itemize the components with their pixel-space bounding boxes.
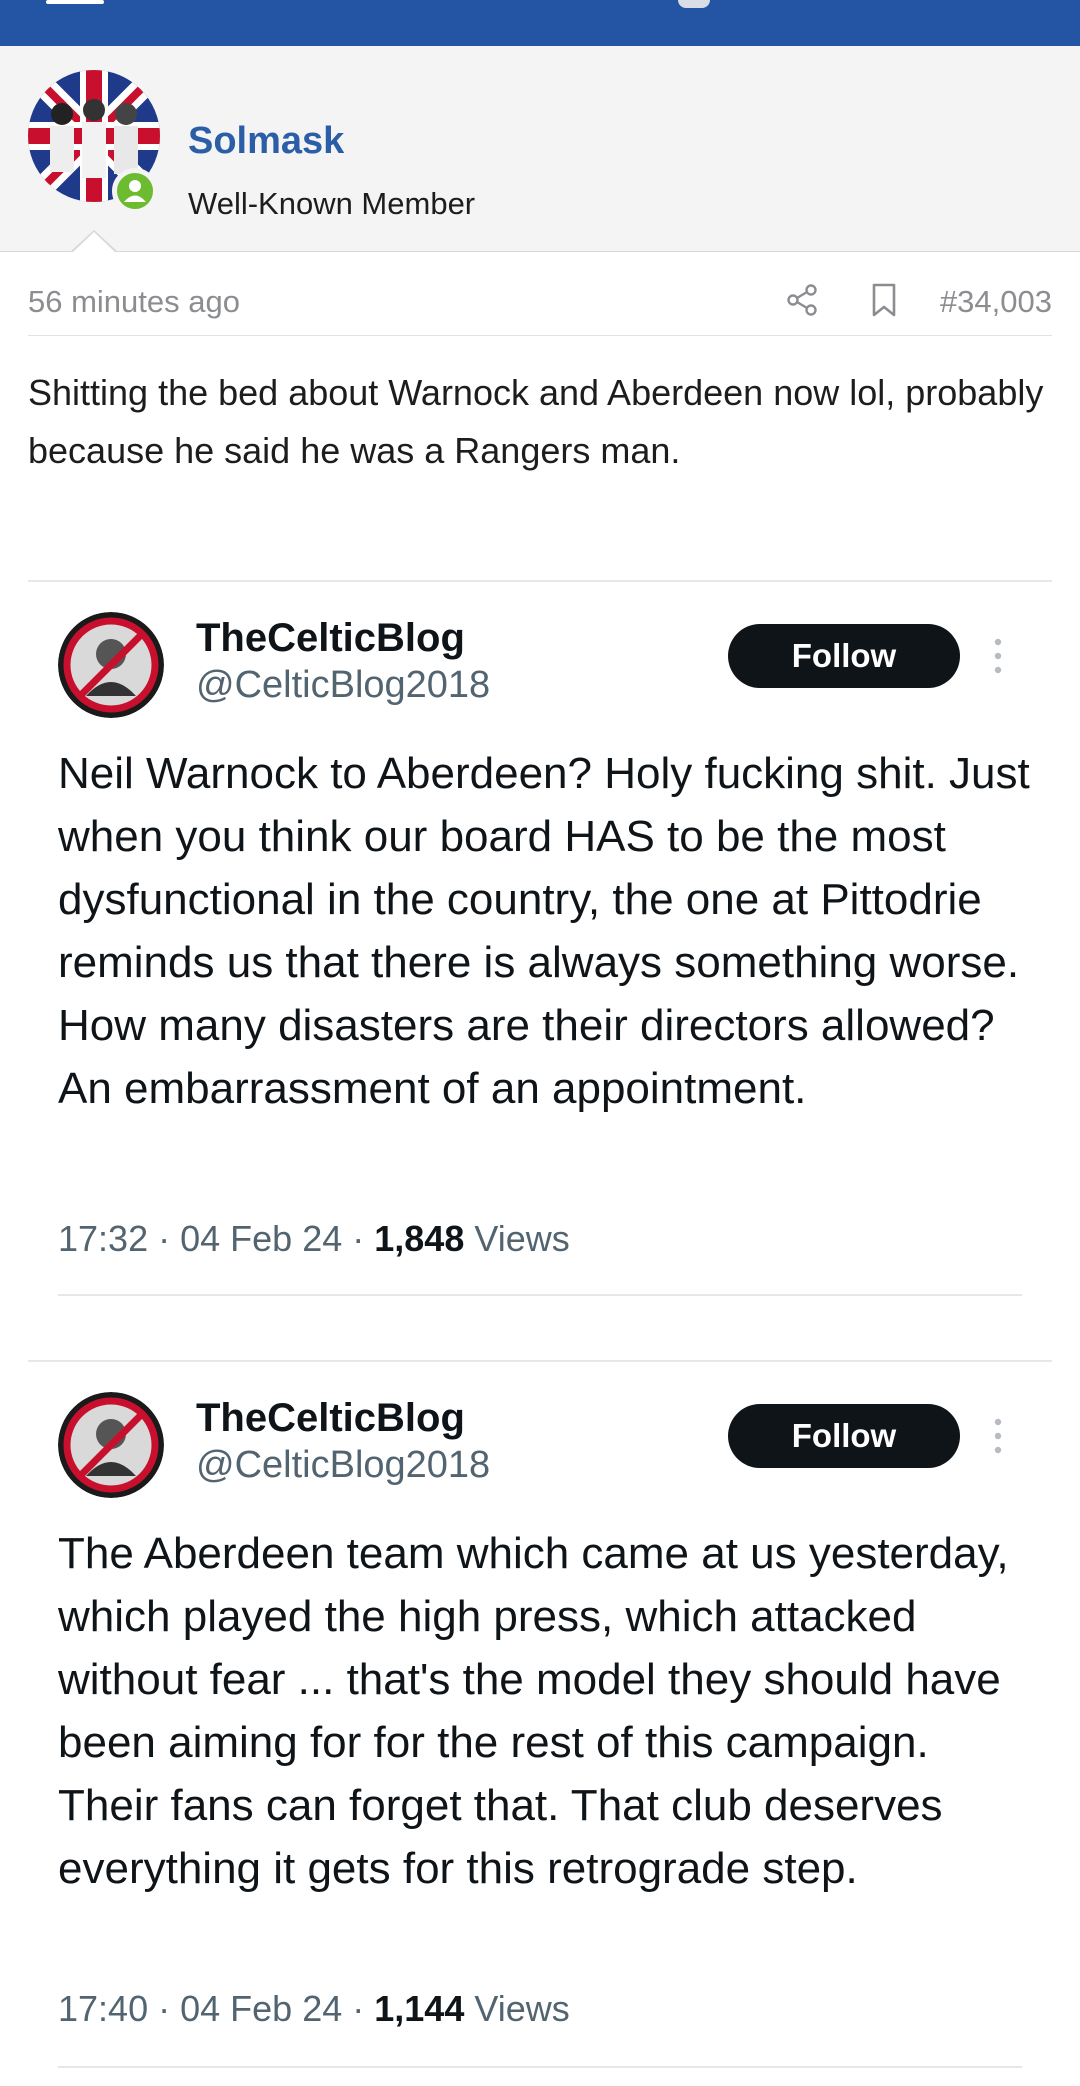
meta-separator: · xyxy=(158,1988,181,2029)
tweet-author-avatar[interactable] xyxy=(58,1392,164,1498)
tweet-divider xyxy=(58,2066,1022,2068)
embedded-tweet: TheCelticBlog @CelticBlog2018 Follow The… xyxy=(28,1360,1052,2086)
header-caret-fill xyxy=(72,232,116,253)
tweet-author-handle[interactable]: @CelticBlog2018 xyxy=(196,664,490,707)
tweet-time: 17:40 xyxy=(58,1988,149,2029)
tweet-author-name[interactable]: TheCelticBlog xyxy=(196,616,465,661)
tweet-author-handle[interactable]: @CelticBlog2018 xyxy=(196,1444,490,1487)
tweet-time: 17:32 xyxy=(58,1218,149,1259)
menu-icon[interactable] xyxy=(46,0,104,4)
more-options-icon[interactable] xyxy=(992,1416,1004,1456)
tweet-text: The Aberdeen team which came at us yeste… xyxy=(58,1529,1009,1893)
bookmark-icon[interactable] xyxy=(868,282,900,318)
tweet-text: Neil Warnock to Aberdeen? Holy fucking s… xyxy=(58,749,1030,1113)
user-online-icon xyxy=(112,168,158,214)
follow-button[interactable]: Follow xyxy=(728,624,960,688)
tweet-meta[interactable]: 17:40 · 04 Feb 24 · 1,144 Views xyxy=(58,1988,570,2030)
tweet-views-count: 1,848 xyxy=(374,1218,465,1259)
follow-button[interactable]: Follow xyxy=(728,1404,960,1468)
top-navigation-bar xyxy=(0,0,1080,46)
post-timestamp[interactable]: 56 minutes ago xyxy=(28,284,240,320)
more-options-icon[interactable] xyxy=(992,636,1004,676)
tweet-views-count: 1,144 xyxy=(374,1988,465,2029)
post-author-header: Solmask Well-Known Member xyxy=(0,46,1080,252)
embedded-tweet: TheCelticBlog @CelticBlog2018 Follow Nei… xyxy=(28,580,1052,1334)
share-icon[interactable] xyxy=(784,282,820,318)
tweet-views-label: Views xyxy=(474,1218,570,1259)
post-body: Shitting the bed about Warnock and Aberd… xyxy=(28,372,1044,471)
meta-separator: · xyxy=(352,1988,375,2029)
user-title: Well-Known Member xyxy=(188,186,476,221)
tweet-views-label: Views xyxy=(474,1988,570,2029)
tweet-date: 04 Feb 24 xyxy=(180,1218,343,1259)
tweet-divider xyxy=(58,1294,1022,1296)
username[interactable]: Solmask xyxy=(188,120,344,163)
tweet-author-avatar[interactable] xyxy=(58,612,164,718)
meta-separator: · xyxy=(352,1218,375,1259)
site-logo[interactable] xyxy=(678,0,710,8)
tweet-meta[interactable]: 17:32 · 04 Feb 24 · 1,848 Views xyxy=(58,1218,570,1260)
post-number-link[interactable]: #34,003 xyxy=(940,284,1052,320)
tweet-date: 04 Feb 24 xyxy=(180,1988,343,2029)
tweet-author-name[interactable]: TheCelticBlog xyxy=(196,1396,465,1441)
post-meta-row: 56 minutes ago #34,003 xyxy=(28,278,1052,336)
meta-separator: · xyxy=(158,1218,181,1259)
